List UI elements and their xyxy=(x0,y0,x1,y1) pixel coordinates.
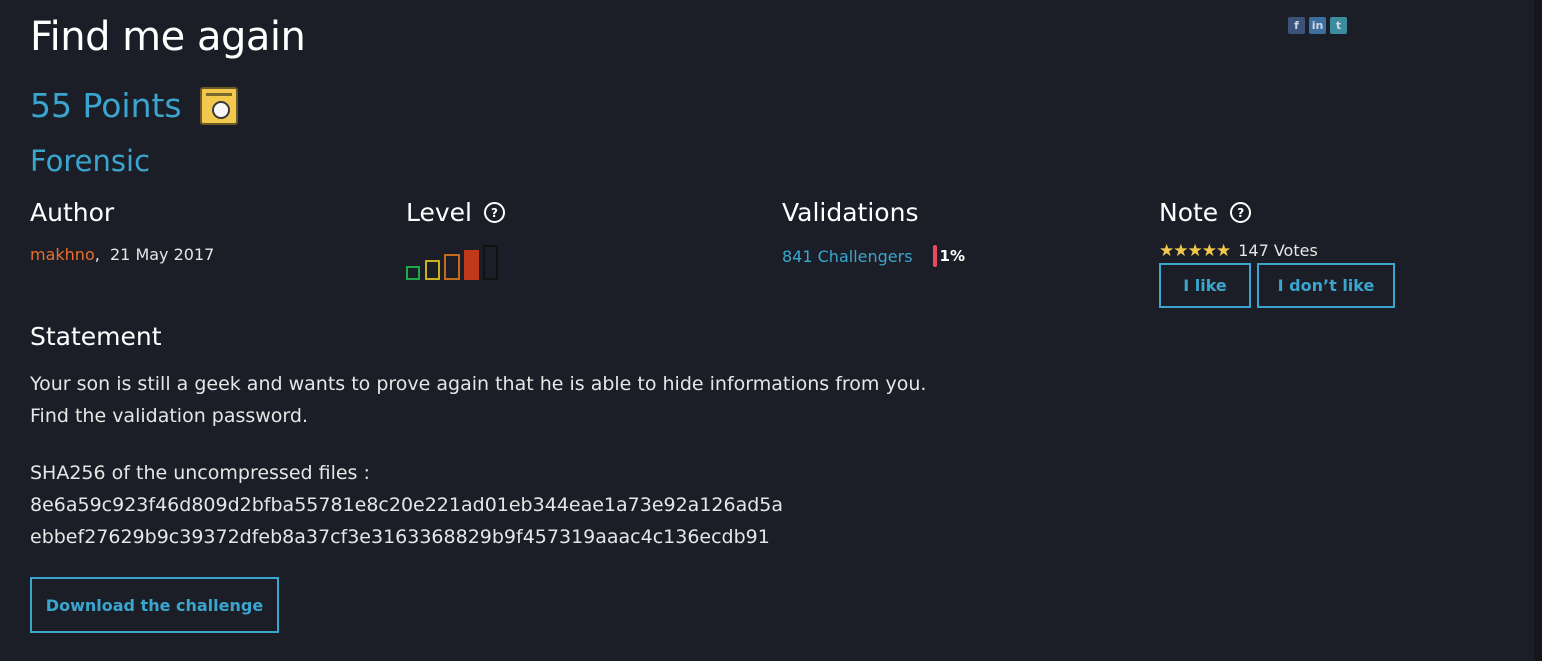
note-meta: ★★★★★ 147 Votes xyxy=(1159,241,1395,261)
sha-hash-1: 8e6a59c923f46d809d2bfba55781e8c20e221ad0… xyxy=(30,494,784,516)
level-indicator xyxy=(406,244,506,280)
page-title: Find me again xyxy=(30,14,306,60)
author-heading: Author xyxy=(30,198,115,227)
validation-percent: 1% xyxy=(932,245,965,267)
percent-bar xyxy=(932,245,937,267)
facebook-icon[interactable]: f xyxy=(1288,17,1305,34)
points-row: 55 Points xyxy=(30,86,238,125)
author-date: 21 May 2017 xyxy=(110,245,215,264)
note-help-icon[interactable]: ? xyxy=(1230,202,1252,223)
note-header: Note ? xyxy=(1159,198,1395,227)
statement-heading: Statement xyxy=(30,322,162,351)
page-right-edge xyxy=(1534,0,1542,661)
sha-hash-2: ebbef27629b9c39372dfeb8a37cf3e3163368829… xyxy=(30,526,770,548)
validations-meta: 841 Challengers 1% xyxy=(782,245,965,267)
percent-value: 1% xyxy=(939,247,965,265)
vote-count: 147 Votes xyxy=(1238,241,1318,260)
like-button[interactable]: I like xyxy=(1159,263,1251,308)
note-heading: Note xyxy=(1159,198,1219,227)
linkedin-icon[interactable]: in xyxy=(1309,17,1326,34)
validations-section: Validations 841 Challengers 1% xyxy=(782,198,965,267)
author-section: Author makhno, 21 May 2017 xyxy=(30,198,214,264)
rating-stars-icon: ★★★★★ xyxy=(1159,241,1231,261)
bug-icon xyxy=(199,86,238,125)
validations-heading: Validations xyxy=(782,198,919,227)
level-bar-1 xyxy=(406,266,420,280)
statement-line-1: Your son is still a geek and wants to pr… xyxy=(30,373,927,395)
level-header: Level ? xyxy=(406,198,505,227)
points-value: 55 Points xyxy=(30,86,182,125)
sha-label: SHA256 of the uncompressed files : xyxy=(30,462,370,484)
dislike-button[interactable]: I don’t like xyxy=(1257,263,1395,308)
challengers-link[interactable]: 841 Challengers xyxy=(782,247,913,266)
level-bar-4 xyxy=(464,250,479,280)
note-section: Note ? ★★★★★ 147 Votes I like I don’t lik… xyxy=(1159,198,1395,308)
twitter-icon[interactable]: t xyxy=(1330,17,1347,34)
level-heading: Level xyxy=(406,198,472,227)
author-meta: makhno, 21 May 2017 xyxy=(30,245,214,264)
statement-line-2: Find the validation password. xyxy=(30,405,309,427)
level-help-icon[interactable]: ? xyxy=(484,202,505,223)
author-link[interactable]: makhno xyxy=(30,245,95,264)
vote-buttons: I like I don’t like xyxy=(1159,263,1395,308)
level-bar-2 xyxy=(425,260,440,280)
author-separator: , xyxy=(94,245,100,264)
download-button[interactable]: Download the challenge xyxy=(30,577,279,633)
level-bar-3 xyxy=(444,254,460,280)
level-section: Level ? xyxy=(406,198,505,227)
share-bar: f in t xyxy=(1288,17,1347,34)
level-bar-5 xyxy=(483,245,498,280)
statement-gap xyxy=(30,432,926,457)
category-link[interactable]: Forensic xyxy=(30,144,150,178)
statement-body: Your son is still a geek and wants to pr… xyxy=(30,368,926,553)
